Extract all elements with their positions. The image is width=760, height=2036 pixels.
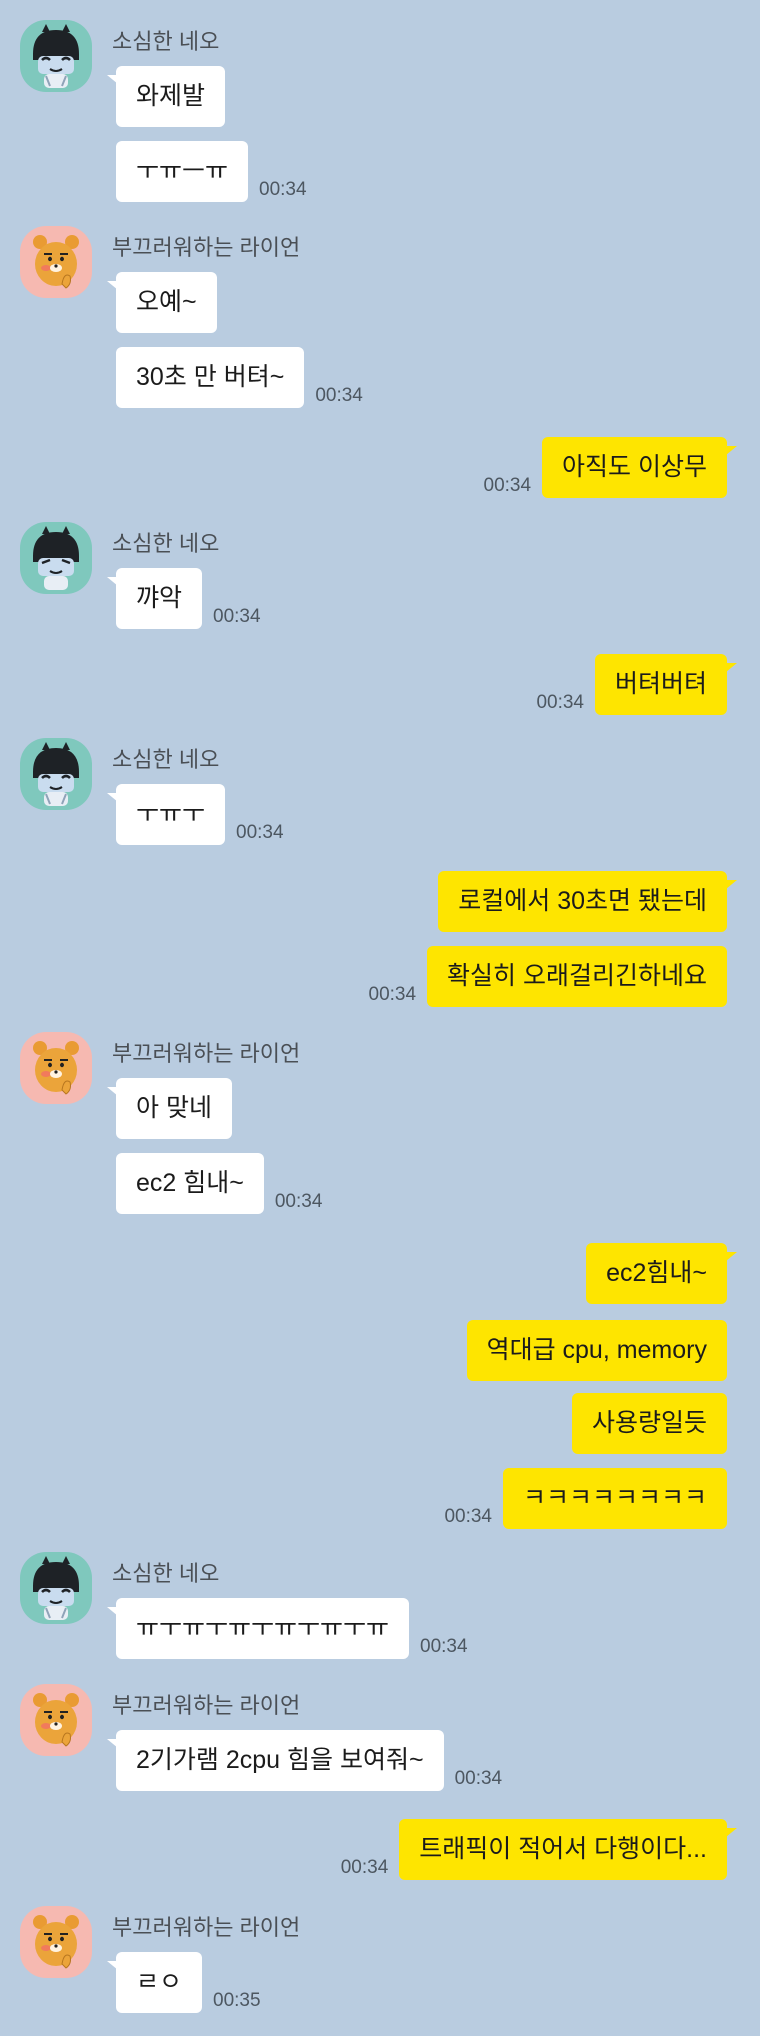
message-row-mine: 사용량일듯 bbox=[571, 1393, 727, 1454]
message-bubble-mine[interactable]: 트래픽이 적어서 다행이다... bbox=[399, 1819, 737, 1880]
message-bubble[interactable]: 2기가램 2cpu 힘을 보여줘~ bbox=[107, 1730, 444, 1791]
sender-name: 부끄러워하는 라이언 bbox=[112, 1915, 301, 1940]
message-row: ㅜㅠㅜ 00:34 bbox=[106, 784, 295, 845]
message-time: 00:34 bbox=[213, 606, 261, 627]
message-bubble[interactable]: 꺄악 bbox=[106, 568, 203, 629]
neo-avatar[interactable] bbox=[20, 522, 92, 594]
ryan-avatar[interactable] bbox=[20, 226, 92, 298]
message-bubble-mine[interactable]: 버텨버텨 bbox=[594, 654, 738, 715]
ryan-avatar-icon bbox=[20, 1906, 92, 1978]
message-bubble-mine[interactable]: 역대급 cpu, memory bbox=[466, 1320, 727, 1381]
sender-name: 소심한 네오 bbox=[112, 531, 220, 556]
message-row: 2기가램 2cpu 힘을 보여줘~ 00:34 bbox=[107, 1730, 513, 1791]
message-bubble[interactable]: ㅜㅠㅜ bbox=[106, 784, 226, 845]
message-bubble-mine[interactable]: 확실히 오래걸리긴하네요 bbox=[427, 946, 727, 1007]
message-bubble-mine[interactable]: 아직도 이상무 bbox=[542, 437, 737, 498]
message-row: 꺄악 00:34 bbox=[106, 568, 272, 629]
ryan-avatar[interactable] bbox=[20, 1906, 92, 1978]
sender-name: 소심한 네오 bbox=[112, 1561, 220, 1586]
sender-name: 소심한 네오 bbox=[112, 29, 220, 54]
sender-name: 소심한 네오 bbox=[112, 747, 220, 772]
message-time: 00:34 bbox=[368, 984, 417, 1005]
message-row-mine: 아직도 이상무 00:34 bbox=[473, 437, 737, 498]
message-bubble[interactable]: ㄹㅇ bbox=[106, 1952, 203, 2013]
sender-name: 부끄러워하는 라이언 bbox=[112, 1041, 301, 1066]
message-bubble-mine[interactable]: 사용량일듯 bbox=[571, 1393, 727, 1454]
message-time: 00:34 bbox=[420, 1636, 468, 1657]
message-row: 오예~ bbox=[107, 272, 217, 333]
message-row-mine: 역대급 cpu, memory bbox=[466, 1320, 727, 1381]
message-row-mine: 트래픽이 적어서 다행이다... 00:34 bbox=[330, 1819, 737, 1880]
ryan-avatar-icon bbox=[20, 1032, 92, 1104]
message-bubble-mine[interactable]: ec2힘내~ bbox=[586, 1243, 737, 1304]
message-time: 00:34 bbox=[454, 1768, 503, 1789]
message-row-mine: ec2힘내~ bbox=[586, 1243, 737, 1304]
neo-avatar-icon bbox=[20, 20, 92, 92]
message-row-mine: 확실히 오래걸리긴하네요 00:34 bbox=[358, 946, 727, 1007]
message-bubble[interactable]: 아 맞네 bbox=[107, 1078, 232, 1139]
message-row: 30초 만 버텨~ 00:34 bbox=[116, 347, 374, 408]
neo-avatar[interactable] bbox=[20, 20, 92, 92]
neo-avatar-icon bbox=[20, 1552, 92, 1624]
ryan-avatar[interactable] bbox=[20, 1032, 92, 1104]
message-row-mine: 버텨버텨 00:34 bbox=[525, 654, 738, 715]
message-bubble[interactable]: ec2 힘내~ bbox=[116, 1153, 264, 1214]
message-time: 00:34 bbox=[274, 1191, 323, 1212]
message-time: 00:34 bbox=[536, 692, 584, 713]
message-time: 00:34 bbox=[236, 822, 284, 843]
neo-avatar-icon bbox=[20, 738, 92, 810]
sender-name: 부끄러워하는 라이언 bbox=[112, 1693, 301, 1718]
ryan-avatar-icon bbox=[20, 226, 92, 298]
message-bubble[interactable]: 30초 만 버텨~ bbox=[116, 347, 305, 408]
message-time: 00:34 bbox=[259, 179, 307, 200]
message-row: ㄹㅇ 00:35 bbox=[106, 1952, 272, 2013]
sender-name: 부끄러워하는 라이언 bbox=[112, 235, 301, 260]
message-time: 00:34 bbox=[340, 1857, 389, 1878]
message-bubble[interactable]: 오예~ bbox=[107, 272, 217, 333]
message-time: 00:34 bbox=[315, 385, 363, 406]
message-row-mine: 로컬에서 30초면 됐는데 bbox=[438, 871, 737, 932]
message-row: ㅜㅠㅡㅠ 00:34 bbox=[116, 141, 318, 202]
neo-avatar[interactable] bbox=[20, 1552, 92, 1624]
message-bubble-mine[interactable]: 로컬에서 30초면 됐는데 bbox=[438, 871, 737, 932]
message-row: ec2 힘내~ 00:34 bbox=[116, 1153, 333, 1214]
neo-avatar[interactable] bbox=[20, 738, 92, 810]
message-bubble[interactable]: ㅠㅜㅠㅜㅠㅜㅠㅜㅠㅜㅠ bbox=[106, 1598, 410, 1659]
chat-area[interactable]: 소심한 네오 와제발 ㅜㅠㅡㅠ 00:34 부끄러워하는 라이언 오예~ 30초… bbox=[0, 0, 760, 2036]
message-row: 아 맞네 bbox=[107, 1078, 232, 1139]
message-time: 00:34 bbox=[483, 475, 532, 496]
ryan-avatar-icon bbox=[20, 1684, 92, 1756]
neo-avatar-icon bbox=[20, 522, 92, 594]
message-time: 00:35 bbox=[213, 1990, 261, 2011]
message-row: 와제발 bbox=[106, 66, 226, 127]
message-bubble[interactable]: ㅜㅠㅡㅠ bbox=[116, 141, 249, 202]
message-bubble[interactable]: 와제발 bbox=[106, 66, 226, 127]
message-row-mine: ㅋㅋㅋㅋㅋㅋㅋㅋ 00:34 bbox=[433, 1468, 727, 1529]
message-row: ㅠㅜㅠㅜㅠㅜㅠㅜㅠㅜㅠ 00:34 bbox=[106, 1598, 479, 1659]
message-bubble-mine[interactable]: ㅋㅋㅋㅋㅋㅋㅋㅋ bbox=[502, 1468, 727, 1529]
ryan-avatar[interactable] bbox=[20, 1684, 92, 1756]
message-time: 00:34 bbox=[444, 1506, 492, 1527]
